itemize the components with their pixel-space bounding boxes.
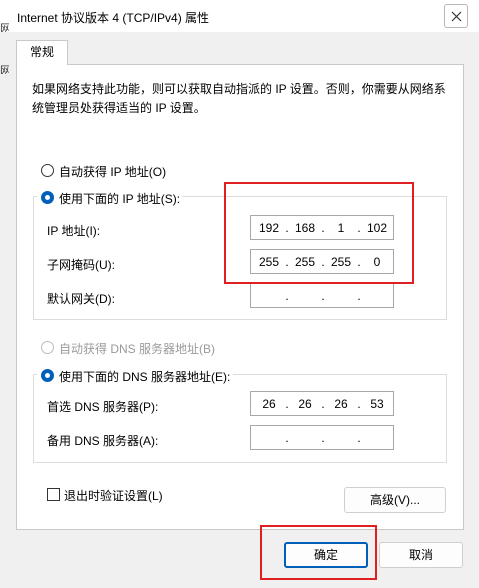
octet-separator: . <box>357 431 361 445</box>
description-text: 如果网络支持此功能，则可以获取自动指派的 IP 设置。否则，你需要从网络系统管理… <box>32 82 446 115</box>
background-window-fragment: 网 <box>0 65 9 74</box>
default-gateway-label: 默认网关(D): <box>47 292 115 306</box>
ip-octet: 53 <box>370 397 384 411</box>
subnet-mask-label: 子网掩码(U): <box>47 258 115 272</box>
validate-on-exit-checkbox[interactable] <box>47 488 60 501</box>
octet-separator: . <box>321 397 325 411</box>
cancel-button[interactable]: 取消 <box>379 542 463 568</box>
background-window-fragment: 网 <box>0 23 9 32</box>
ip-octet: 26 <box>262 397 276 411</box>
alternate-dns-field[interactable]: . . . <box>250 425 394 450</box>
annotation-highlight-ok <box>260 525 377 580</box>
octet-separator: . <box>285 289 289 303</box>
auto-ip-radio[interactable] <box>41 164 54 177</box>
close-icon <box>451 11 462 22</box>
octet-separator: . <box>285 431 289 445</box>
manual-dns-radio[interactable] <box>41 369 54 382</box>
ip-address-label: IP 地址(I): <box>47 224 101 238</box>
tab-general[interactable]: 常规 <box>16 40 68 65</box>
octet-separator: . <box>285 397 289 411</box>
advanced-button[interactable]: 高级(V)... <box>344 487 446 513</box>
auto-ip-label: 自动获得 IP 地址(O) <box>59 165 167 179</box>
octet-separator: . <box>357 397 361 411</box>
manual-ip-label: 使用下面的 IP 地址(S): <box>59 192 181 206</box>
validate-on-exit-label: 退出时验证设置(L) <box>64 489 163 503</box>
octet-separator: . <box>321 289 325 303</box>
close-button[interactable] <box>444 4 468 28</box>
alternate-dns-label: 备用 DNS 服务器(A): <box>47 434 159 448</box>
preferred-dns-field[interactable]: 26 . 26 . 26 . 53 <box>250 391 394 416</box>
auto-dns-label: 自动获得 DNS 服务器地址(B) <box>59 342 216 356</box>
preferred-dns-label: 首选 DNS 服务器(P): <box>47 400 159 414</box>
ip-octet: 26 <box>334 397 348 411</box>
manual-dns-label: 使用下面的 DNS 服务器地址(E): <box>59 370 231 384</box>
octet-separator: . <box>321 431 325 445</box>
default-gateway-field[interactable]: . . . <box>250 283 394 308</box>
window-title: Internet 协议版本 4 (TCP/IPv4) 属性 <box>17 11 210 25</box>
annotation-highlight-ip <box>224 182 414 284</box>
auto-dns-radio[interactable] <box>41 341 54 354</box>
manual-ip-radio[interactable] <box>41 191 54 204</box>
octet-separator: . <box>357 289 361 303</box>
ip-octet: 26 <box>298 397 312 411</box>
